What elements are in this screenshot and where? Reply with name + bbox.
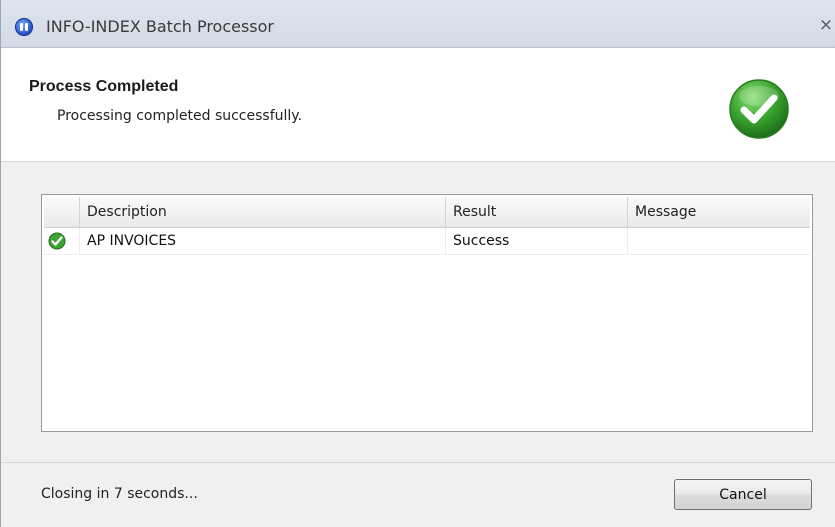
- column-header-result[interactable]: Result: [446, 197, 628, 227]
- batch-processor-window: INFO-INDEX Batch Processor × Process Com…: [0, 0, 835, 527]
- row-status-cell: [44, 228, 80, 254]
- cancel-button[interactable]: Cancel: [674, 479, 812, 510]
- column-header-icon[interactable]: [44, 197, 80, 227]
- close-icon[interactable]: ×: [817, 14, 835, 36]
- footer-bar: Closing in 7 seconds... Cancel: [1, 462, 835, 527]
- column-header-message[interactable]: Message: [628, 197, 810, 227]
- row-description: AP INVOICES: [80, 228, 446, 254]
- success-check-icon: [48, 232, 66, 250]
- page-title: Process Completed: [29, 78, 179, 95]
- countdown-status: Closing in 7 seconds...: [41, 486, 198, 502]
- app-icon: [15, 18, 33, 36]
- results-list[interactable]: Description Result Message AP INVOICES S…: [41, 194, 813, 432]
- list-header: Description Result Message: [44, 197, 810, 228]
- success-check-icon: [729, 79, 789, 139]
- table-row[interactable]: AP INVOICES Success: [44, 228, 810, 255]
- row-result: Success: [446, 228, 628, 254]
- title-bar[interactable]: INFO-INDEX Batch Processor ×: [1, 0, 835, 48]
- page-subtitle: Processing completed successfully.: [57, 108, 303, 124]
- column-header-description[interactable]: Description: [80, 197, 446, 227]
- row-message: [628, 228, 810, 254]
- header-panel: Process Completed Processing completed s…: [1, 48, 835, 162]
- window-title: INFO-INDEX Batch Processor: [46, 17, 275, 36]
